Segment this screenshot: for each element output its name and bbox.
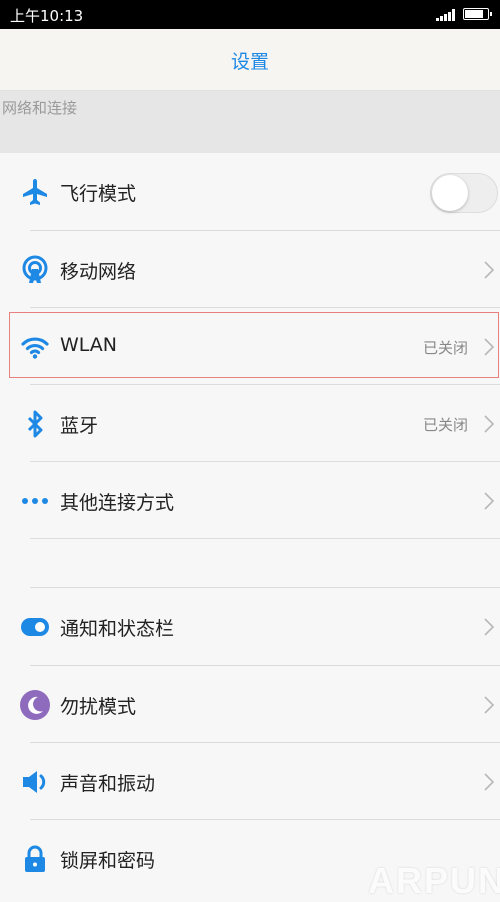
battery-icon xyxy=(463,8,492,20)
wifi-icon xyxy=(20,332,50,362)
group-spacer xyxy=(0,539,500,589)
status-time: 上午10:13 xyxy=(10,7,84,25)
section-label: 网络和连接 xyxy=(2,99,78,117)
settings-item-label: 勿扰模式 xyxy=(60,696,137,718)
settings-item-label: 飞行模式 xyxy=(60,183,137,205)
settings-item-value: 已关闭 xyxy=(422,416,468,434)
chevron-right-icon xyxy=(482,772,496,792)
settings-item-mobile-network[interactable]: 移动网络 xyxy=(0,231,500,308)
settings-item-sound[interactable]: 声音和振动 xyxy=(0,743,500,820)
more-dots-icon xyxy=(20,486,50,516)
settings-item-label: 锁屏和密码 xyxy=(60,850,156,872)
settings-item-wlan[interactable]: WLAN 已关闭 xyxy=(0,308,500,385)
settings-item-notifications[interactable]: 通知和状态栏 xyxy=(0,588,500,665)
watermark: ARPUN xyxy=(368,860,500,901)
settings-item-do-not-disturb[interactable]: 勿扰模式 xyxy=(0,666,500,743)
settings-item-airplane-mode[interactable]: 飞行模式 xyxy=(0,153,500,230)
section-header: 网络和连接 xyxy=(0,91,500,153)
airplane-mode-toggle[interactable] xyxy=(430,173,498,213)
mobile-network-icon xyxy=(20,255,50,285)
title-bar: 设置 xyxy=(0,29,500,91)
page-title: 设置 xyxy=(230,51,269,73)
settings-item-value: 已关闭 xyxy=(422,339,468,357)
chevron-right-icon xyxy=(482,491,496,511)
toggle-knob xyxy=(432,175,468,211)
chevron-right-icon xyxy=(482,617,496,637)
settings-item-label: 移动网络 xyxy=(60,261,137,283)
settings-item-label: 声音和振动 xyxy=(60,773,156,795)
chevron-right-icon xyxy=(482,414,496,434)
bluetooth-icon xyxy=(20,409,50,439)
chevron-right-icon xyxy=(482,695,496,715)
settings-item-label: 蓝牙 xyxy=(60,415,99,437)
settings-item-bluetooth[interactable]: 蓝牙 已关闭 xyxy=(0,385,500,462)
speaker-icon xyxy=(20,767,50,797)
moon-icon xyxy=(20,690,50,720)
chevron-right-icon xyxy=(482,337,496,357)
settings-item-label: WLAN xyxy=(60,334,118,356)
status-bar: 上午10:13 xyxy=(0,0,500,29)
chevron-right-icon xyxy=(482,260,496,280)
settings-item-other-connections[interactable]: 其他连接方式 xyxy=(0,462,500,539)
airplane-icon xyxy=(20,177,50,207)
lock-icon xyxy=(20,844,50,874)
settings-item-label: 其他连接方式 xyxy=(60,492,175,514)
signal-icon xyxy=(436,9,456,21)
settings-item-label: 通知和状态栏 xyxy=(60,618,175,640)
notification-toggle-icon xyxy=(20,612,50,642)
